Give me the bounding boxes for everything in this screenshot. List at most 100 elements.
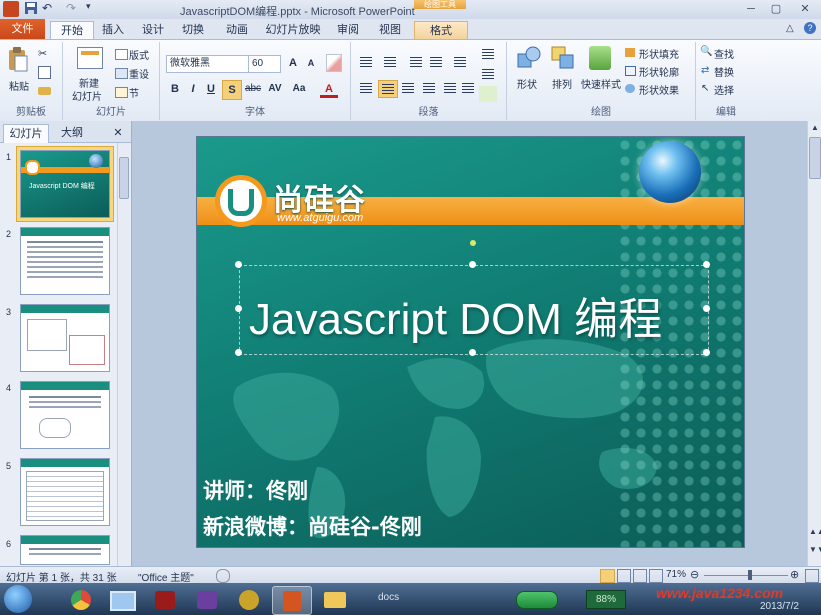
start-button[interactable] [4, 585, 32, 613]
tab-transitions[interactable]: 切换 [177, 21, 209, 39]
slide-thumbnail-5[interactable] [20, 458, 110, 526]
shape-outline-icon[interactable] [625, 66, 636, 76]
save-icon[interactable] [24, 1, 40, 17]
tab-insert[interactable]: 插入 [97, 21, 129, 39]
resize-handle[interactable] [703, 349, 710, 356]
recorder-taskbar-icon[interactable] [146, 586, 184, 613]
language-icon[interactable] [216, 569, 230, 583]
app-taskbar-icon[interactable] [188, 586, 226, 613]
ue-taskbar-icon[interactable] [230, 586, 268, 613]
zoom-level-text[interactable]: 71% [666, 569, 686, 580]
quick-styles-icon[interactable] [589, 46, 611, 70]
ribbon-minimize-icon[interactable]: △ [786, 23, 794, 34]
close-pane-icon[interactable]: ✕ [110, 124, 126, 142]
zoom-out-icon[interactable]: ⊖ [690, 568, 699, 581]
battery-indicator[interactable]: 88% [586, 590, 626, 609]
layout-label[interactable]: 版式 [129, 47, 149, 62]
lecturer-text[interactable]: 讲师：佟刚 [203, 475, 308, 505]
reset-label[interactable]: 重设 [129, 66, 149, 81]
italic-button[interactable]: I [184, 80, 202, 98]
tab-file[interactable]: 文件 [0, 19, 45, 39]
line-spacing-icon[interactable] [451, 54, 469, 70]
select-icon[interactable]: ↖ [701, 83, 709, 94]
find-icon[interactable]: 🔍 [700, 46, 712, 57]
copy-icon[interactable] [38, 66, 51, 79]
new-slide-label-2[interactable]: 幻灯片 [72, 88, 102, 103]
shadow-button[interactable]: S [222, 80, 242, 100]
text-direction-icon[interactable] [479, 46, 497, 62]
maximize-icon[interactable]: ▢ [765, 1, 787, 17]
paste-label[interactable]: 粘贴 [9, 78, 29, 93]
scrollbar-thumb[interactable] [119, 157, 129, 199]
slideshow-view-icon[interactable] [649, 569, 663, 583]
layout-icon[interactable] [115, 49, 128, 60]
replace-label[interactable]: 替换 [714, 64, 734, 79]
slide-thumbnail-3[interactable] [20, 304, 110, 372]
shape-effects-label[interactable]: 形状效果 [639, 82, 679, 97]
numbering-icon[interactable] [381, 54, 399, 70]
slide-thumbnail-1[interactable]: Javascript DOM 编程 [20, 150, 110, 218]
zoom-slider[interactable] [704, 575, 788, 576]
paste-icon[interactable] [7, 46, 29, 74]
resize-handle[interactable] [469, 349, 476, 356]
shapes-icon[interactable] [517, 46, 541, 70]
bold-button[interactable]: B [166, 80, 184, 98]
chrome-taskbar-icon[interactable] [62, 586, 100, 613]
slide-title[interactable]: Javascript DOM 编程 [249, 283, 662, 347]
zoom-slider-thumb[interactable] [748, 570, 752, 580]
cut-icon[interactable]: ✂ [38, 47, 47, 60]
change-case-button[interactable]: Aa [290, 80, 308, 98]
font-family-select[interactable]: 微软雅黑 [166, 55, 249, 73]
strikethrough-button[interactable]: abc [244, 80, 262, 98]
tab-home[interactable]: 开始 [50, 21, 94, 40]
arrange-label[interactable]: 排列 [552, 76, 572, 91]
help-icon[interactable]: ? [804, 22, 816, 34]
select-label[interactable]: 选择 [714, 82, 734, 97]
quick-styles-label[interactable]: 快速样式 [581, 76, 621, 91]
scrollbar-thumb[interactable] [809, 137, 821, 179]
underline-button[interactable]: U [202, 80, 220, 98]
docs-label[interactable]: docs [378, 592, 399, 603]
shapes-label[interactable]: 形状 [517, 76, 537, 91]
find-label[interactable]: 查找 [714, 46, 734, 61]
font-color-button[interactable]: A [320, 80, 338, 98]
slide-thumbnail-2[interactable] [20, 227, 110, 295]
reset-icon[interactable] [115, 68, 128, 79]
zoom-in-icon[interactable]: ⊕ [790, 568, 799, 581]
resize-handle[interactable] [235, 305, 242, 312]
slide-canvas[interactable]: 尚硅谷 www.atguigu.com Javascript DOM 编程 讲师… [197, 137, 744, 547]
char-spacing-button[interactable]: AV [266, 80, 284, 98]
increase-indent-icon[interactable] [427, 54, 445, 70]
close-window-icon[interactable]: ✕ [791, 1, 819, 17]
fit-to-window-icon[interactable] [805, 569, 819, 583]
tab-review[interactable]: 审阅 [332, 21, 364, 39]
shape-fill-icon[interactable] [625, 48, 635, 57]
weibo-text[interactable]: 新浪微博：尚硅谷-佟刚 [203, 511, 422, 541]
normal-view-icon[interactable] [600, 569, 615, 583]
slide-scrollbar[interactable]: ▲ ▲▲ ▼▼ [807, 121, 821, 566]
smartart-icon[interactable] [479, 86, 497, 102]
next-slide-icon[interactable]: ▼▼ [809, 545, 821, 554]
minimize-icon[interactable]: ─ [740, 1, 762, 17]
tab-slideshow[interactable]: 幻灯片放映 [262, 21, 324, 39]
resize-handle[interactable] [469, 261, 476, 268]
slide-thumbnail-6[interactable] [20, 535, 110, 565]
shape-effects-icon[interactable] [625, 84, 635, 93]
shape-outline-label[interactable]: 形状轮廓 [639, 64, 679, 79]
undo-icon[interactable]: ↶ [42, 1, 58, 17]
grow-font-button[interactable]: A [284, 54, 302, 72]
powerpoint-app-icon[interactable] [3, 1, 19, 17]
tab-outline[interactable]: 大纲 [55, 124, 89, 142]
arrange-icon[interactable] [551, 46, 575, 70]
powerpoint-taskbar-icon[interactable] [272, 586, 312, 615]
section-label[interactable]: 节 [129, 85, 139, 100]
adjust-handle[interactable] [470, 240, 476, 246]
distributed-icon[interactable] [441, 80, 459, 96]
status-pill[interactable] [516, 591, 558, 609]
decrease-indent-icon[interactable] [407, 54, 425, 70]
replace-icon[interactable]: ⇄ [701, 65, 709, 76]
shrink-font-button[interactable]: A [302, 54, 320, 72]
shape-fill-label[interactable]: 形状填充 [639, 46, 679, 61]
sorter-view-icon[interactable] [617, 569, 631, 583]
resize-handle[interactable] [703, 305, 710, 312]
